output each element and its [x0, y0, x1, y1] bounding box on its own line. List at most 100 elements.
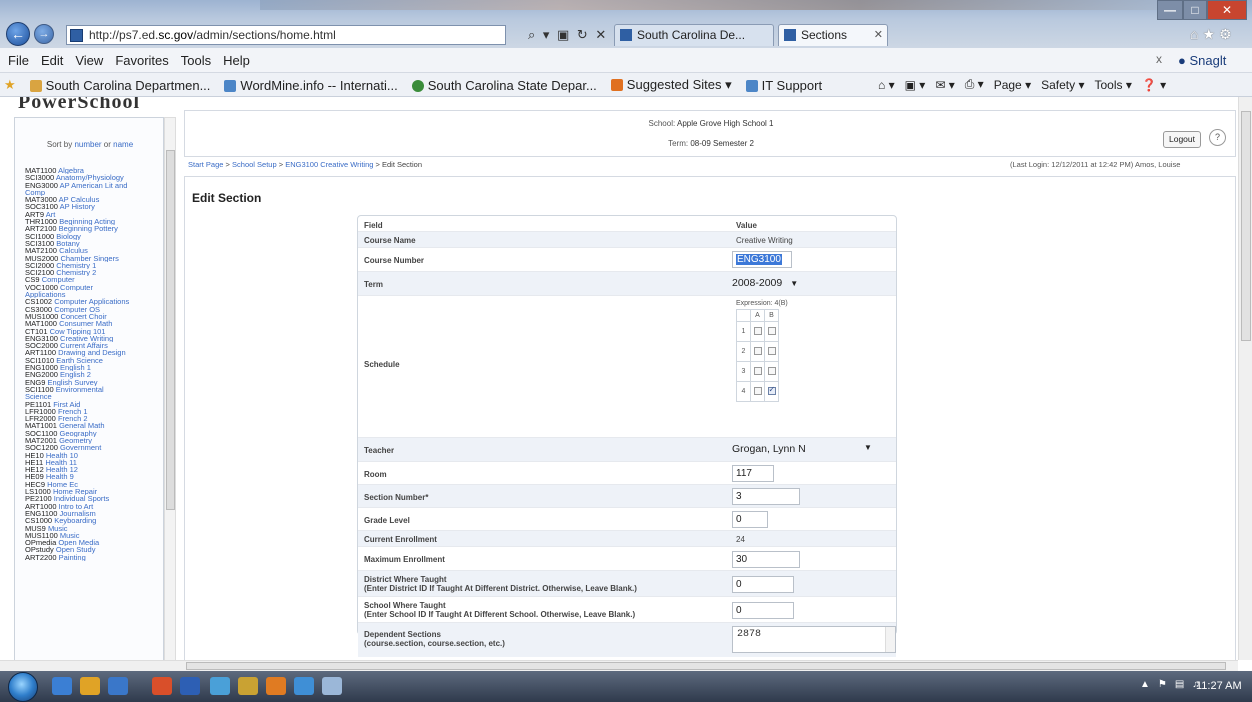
course-list-item[interactable]: MAT2100 Calculus	[25, 247, 163, 254]
course-name-link[interactable]: Earth Science	[56, 357, 103, 364]
course-number-input[interactable]: ENG3100	[732, 251, 792, 268]
course-list-item[interactable]: ART1100 Drawing and Design	[25, 349, 163, 356]
course-list-item[interactable]: MAT1000 Consumer Math	[25, 320, 163, 327]
sort-by-name-link[interactable]: name	[113, 140, 133, 149]
course-list-item[interactable]: SOC3100 AP History	[25, 203, 163, 210]
course-list-item[interactable]: LFR1000 French 1	[25, 408, 163, 415]
textarea-scrollbar[interactable]	[885, 627, 895, 652]
snagit-toolbar[interactable]: ● Snaglt	[1178, 53, 1226, 68]
course-name-link[interactable]: English 2	[60, 371, 91, 378]
course-name-link[interactable]: Chemistry 2	[56, 269, 96, 276]
breadcrumb-school-setup[interactable]: School Setup	[232, 160, 277, 169]
course-name-link[interactable]: Geography	[59, 430, 96, 437]
taskbar-clock[interactable]: 11:27 AM	[1196, 680, 1242, 692]
page-vertical-scrollbar[interactable]	[1238, 97, 1252, 660]
course-list-item[interactable]: Applications	[25, 291, 163, 298]
course-name-link[interactable]: Consumer Math	[59, 320, 112, 327]
course-name-link[interactable]: Creative Writing	[60, 335, 113, 342]
menu-favorites[interactable]: Favorites	[115, 53, 168, 68]
forward-icon[interactable]: →	[34, 24, 54, 44]
word-taskbar-icon[interactable]	[180, 677, 200, 695]
term-select[interactable]: 2008-2009 ▼	[732, 277, 798, 293]
maximize-icon[interactable]: □	[1183, 0, 1207, 20]
course-list-item[interactable]: VOC1000 Computer	[25, 284, 163, 291]
schedule-checkbox[interactable]	[753, 366, 762, 375]
command-feeds-icon[interactable]: ▣ ▾	[905, 78, 926, 92]
course-name-link[interactable]: AP Calculus	[59, 196, 100, 203]
sidebar-scroll-thumb[interactable]	[166, 150, 175, 510]
course-list-item[interactable]: Comp	[25, 189, 163, 196]
tab-sections[interactable]: Sections ✕	[778, 24, 888, 46]
menu-tools[interactable]: Tools	[181, 53, 211, 68]
course-name-link[interactable]: Chamber Singers	[60, 255, 118, 262]
course-list-item[interactable]: SCI2100 Chemistry 2	[25, 269, 163, 276]
course-name-link[interactable]: English Survey	[48, 379, 98, 386]
snagit-close-icon[interactable]: x	[1156, 52, 1162, 66]
back-icon[interactable]: ←	[6, 22, 30, 46]
app-taskbar-icon[interactable]	[322, 677, 342, 695]
course-name-link[interactable]: French 1	[58, 408, 88, 415]
minimize-icon[interactable]: —	[1157, 0, 1183, 20]
course-name-link[interactable]: Open Study	[56, 546, 96, 553]
sidebar-scrollbar[interactable]	[164, 117, 176, 660]
course-name-link[interactable]: Open Media	[58, 539, 99, 546]
favorite-it-support[interactable]: IT Support	[745, 78, 822, 93]
tray-arrow-icon[interactable]: ▲	[1140, 679, 1150, 690]
course-name-link[interactable]: Biology	[56, 233, 81, 240]
course-list-item[interactable]: SOC2000 Current Affairs	[25, 342, 163, 349]
course-name-link[interactable]: Calculus	[59, 247, 88, 254]
course-list-item[interactable]: MAT2001 Geometry	[25, 437, 163, 444]
course-name-link[interactable]: General Math	[59, 422, 104, 429]
course-name-link[interactable]: Health 9	[46, 473, 74, 480]
course-list-item[interactable]: MUS2000 Chamber Singers	[25, 255, 163, 262]
course-list-item[interactable]: PE2100 Individual Sports	[25, 495, 163, 502]
course-list-item[interactable]: MAT1001 General Math	[25, 422, 163, 429]
breadcrumb-course[interactable]: ENG3100 Creative Writing	[285, 160, 373, 169]
course-name-link[interactable]: Computer Applications	[54, 298, 129, 305]
course-list-item[interactable]: ENG3000 AP American Lit and	[25, 182, 163, 189]
course-list-item[interactable]: MAT1100 Algebra	[25, 167, 163, 174]
sort-by-number-link[interactable]: number	[74, 140, 101, 149]
course-list-item[interactable]: ART2200 Painting	[25, 554, 163, 561]
course-list-item[interactable]: MUS1000 Concert Choir	[25, 313, 163, 320]
vertical-scroll-thumb[interactable]	[1241, 111, 1251, 341]
course-name-link[interactable]: Botany	[56, 240, 79, 247]
dependent-sections-textarea[interactable]: 2878	[732, 626, 896, 653]
course-name-link[interactable]: Beginning Pottery	[59, 225, 118, 232]
favorites-star-icon[interactable]: ★	[4, 77, 16, 93]
course-list-item[interactable]: CT101 Cow Tipping 101	[25, 328, 163, 335]
course-list-item[interactable]: SCI1000 Biology	[25, 233, 163, 240]
max-enrollment-input[interactable]: 30	[732, 551, 800, 568]
course-list-item[interactable]: THR1000 Beginning Acting	[25, 218, 163, 225]
schedule-checkbox[interactable]	[767, 385, 776, 395]
command-print-icon[interactable]: ⎙ ▾	[965, 77, 984, 92]
favorite-wordmine[interactable]: WordMine.info -- Internati...	[224, 78, 398, 93]
course-name-link[interactable]: Home Ec	[47, 481, 78, 488]
course-name-link[interactable]: Applications	[25, 291, 65, 298]
course-name-link[interactable]: French 2	[58, 415, 88, 422]
course-list-item[interactable]: Science	[25, 393, 163, 400]
course-name-link[interactable]: Computer	[42, 276, 75, 283]
app-taskbar-icon[interactable]	[210, 677, 230, 695]
logout-button[interactable]: Logout	[1163, 131, 1201, 148]
course-list-item[interactable]: ENG3100 Creative Writing	[25, 335, 163, 342]
course-name-link[interactable]: Current Affairs	[60, 342, 108, 349]
course-name-link[interactable]: Keyboarding	[54, 517, 96, 524]
course-list-item[interactable]: HE10 Health 10	[25, 452, 163, 459]
section-number-input[interactable]: 3	[732, 488, 800, 505]
course-name-link[interactable]: Concert Choir	[60, 313, 106, 320]
favorite-sc-state[interactable]: South Carolina State Depar...	[411, 78, 597, 93]
command-tools[interactable]: Tools ▾	[1094, 78, 1131, 92]
course-name-link[interactable]: Home Repair	[53, 488, 97, 495]
menu-file[interactable]: File	[8, 53, 29, 68]
course-list-item[interactable]: HEC9 Home Ec	[25, 481, 163, 488]
course-list-item[interactable]: PE1101 First Aid	[25, 401, 163, 408]
course-list-item[interactable]: OPmedia Open Media	[25, 539, 163, 546]
ie-taskbar-icon[interactable]	[52, 677, 72, 695]
course-list-item[interactable]: MAT3000 AP Calculus	[25, 196, 163, 203]
course-name-link[interactable]: Art	[46, 211, 56, 218]
course-name-link[interactable]: Chemistry 1	[56, 262, 96, 269]
course-list-item[interactable]: ART2100 Beginning Pottery	[25, 225, 163, 232]
course-list-item[interactable]: ENG1000 English 1	[25, 364, 163, 371]
course-name-link[interactable]: Algebra	[58, 167, 84, 174]
